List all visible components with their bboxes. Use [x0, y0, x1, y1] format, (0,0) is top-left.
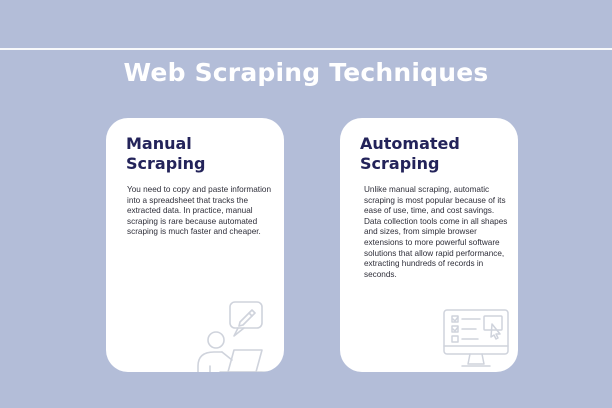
page-title: Web Scraping Techniques	[123, 58, 489, 87]
card-title-line1: Automated	[360, 134, 460, 153]
card-title: Automated Scraping	[360, 134, 510, 174]
card-description: Unlike manual scraping, automatic scrapi…	[364, 185, 508, 279]
automated-scraping-card: Automated Scraping Unlike manual scrapin…	[340, 118, 518, 372]
top-divider-line	[0, 48, 612, 50]
monitor-checklist-cursor-icon	[443, 309, 509, 367]
card-description: You need to copy and paste information i…	[127, 185, 271, 237]
manual-scraping-card: Manual Scraping You need to copy and pas…	[106, 118, 284, 372]
card-title: Manual Scraping	[126, 134, 276, 174]
card-title-line2: Scraping	[126, 154, 206, 173]
person-laptop-speech-bubble-icon	[197, 301, 269, 372]
card-title-line1: Manual	[126, 134, 192, 153]
card-title-line2: Scraping	[360, 154, 440, 173]
